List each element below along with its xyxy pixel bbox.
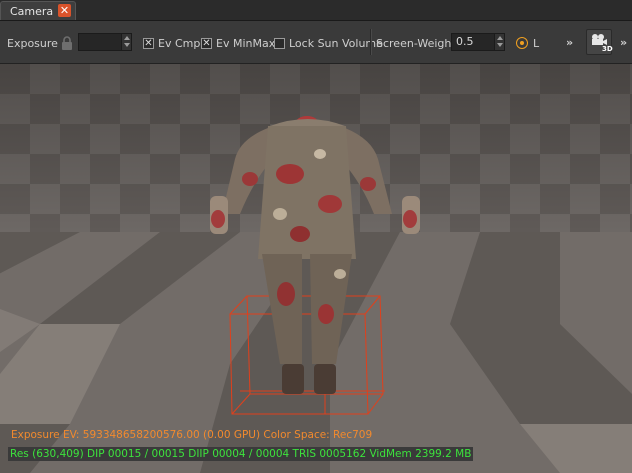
tab-bar: Camera ✕ (0, 0, 632, 21)
close-icon[interactable]: ✕ (58, 4, 71, 17)
hud-render-stats: Res (630,409) DIP 00015 / 00015 DIIP 000… (8, 447, 474, 461)
tab-camera-label: Camera (10, 5, 54, 18)
ev-cmp-label: Ev Cmp (158, 37, 201, 50)
lock-sun-volume-checkbox[interactable] (274, 38, 285, 49)
ev-minmax-checkbox[interactable]: ✕ (201, 38, 212, 49)
toolbar: Exposure ✕ Ev Cmp ✕ Ev MinMax Lock Sun V… (0, 21, 632, 64)
viewport-3d[interactable]: Exposure EV: 593348658200576.00 (0.00 GP… (0, 64, 632, 473)
exposure-label: Exposure (7, 37, 58, 50)
screen-weight-input[interactable]: 0.5 (451, 33, 495, 51)
toolbar-divider (370, 29, 372, 55)
ev-minmax-label: Ev MinMax (216, 37, 276, 50)
exposure-input[interactable] (78, 33, 122, 51)
hud-exposure-readout: Exposure EV: 593348658200576.00 (0.00 GP… (11, 429, 373, 441)
exposure-stepper[interactable] (122, 33, 132, 51)
l-radio[interactable] (516, 37, 528, 49)
scene-render (0, 64, 632, 473)
lock-sun-volume-label: Lock Sun Volume (289, 37, 383, 50)
l-radio-label: L (533, 37, 540, 50)
camera-3d-button[interactable]: 3D (586, 29, 613, 55)
lock-icon[interactable] (61, 36, 73, 50)
tab-camera[interactable]: Camera ✕ (0, 1, 76, 20)
view-mode-badge: 3D (602, 45, 613, 53)
screen-weight-stepper[interactable] (495, 33, 505, 51)
ev-cmp-checkbox[interactable]: ✕ (143, 38, 154, 49)
chevron-double-right-icon[interactable]: » (620, 36, 627, 49)
chevron-double-right-icon[interactable]: » (566, 36, 573, 49)
screen-weight-label: Screen-Weight (376, 37, 456, 50)
